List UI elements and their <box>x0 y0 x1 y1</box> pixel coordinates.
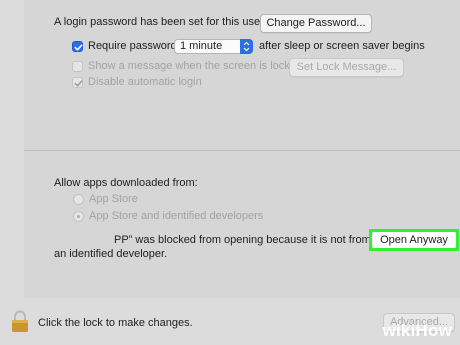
watermark-part1: wiki <box>382 321 416 340</box>
section-divider <box>24 150 460 151</box>
set-lock-message-button[interactable]: Set Lock Message... <box>289 58 404 77</box>
radio-app-store-identified[interactable] <box>73 211 84 222</box>
checkmark-icon <box>74 80 83 87</box>
wikihow-watermark: wikiHow <box>383 321 452 341</box>
blocked-message-line1: PP” was blocked from opening because it … <box>114 234 371 246</box>
watermark-part2: How <box>415 321 452 340</box>
require-password-label: Require password <box>88 40 177 52</box>
disable-auto-login-label: Disable automatic login <box>88 76 202 88</box>
show-message-checkbox[interactable] <box>72 61 83 72</box>
checkmark-icon <box>74 44 83 51</box>
require-password-interval-select[interactable]: 1 minute <box>174 39 253 54</box>
open-anyway-label: Open Anyway <box>372 232 456 248</box>
radio-app-store-identified-label: App Store and identified developers <box>89 210 264 222</box>
interval-value: 1 minute <box>180 40 223 52</box>
after-sleep-text: after sleep or screen saver begins <box>259 40 425 52</box>
require-password-checkbox[interactable] <box>72 41 83 52</box>
lock-hint-text: Click the lock to make changes. <box>38 317 193 329</box>
disable-auto-login-checkbox[interactable] <box>72 77 83 88</box>
radio-app-store[interactable] <box>73 194 84 205</box>
updown-arrow-icon <box>240 39 253 54</box>
open-anyway-button[interactable]: Open Anyway <box>369 229 459 251</box>
radio-app-store-label: App Store <box>89 193 138 205</box>
change-password-button[interactable]: Change Password... <box>260 14 372 33</box>
login-password-text: A login password has been set for this u… <box>54 16 264 28</box>
show-message-label: Show a message when the screen is locked <box>88 60 303 72</box>
allow-apps-heading: Allow apps downloaded from: <box>54 177 198 189</box>
lock-icon[interactable] <box>10 310 30 335</box>
blocked-message-line2: an identified developer. <box>54 248 168 260</box>
